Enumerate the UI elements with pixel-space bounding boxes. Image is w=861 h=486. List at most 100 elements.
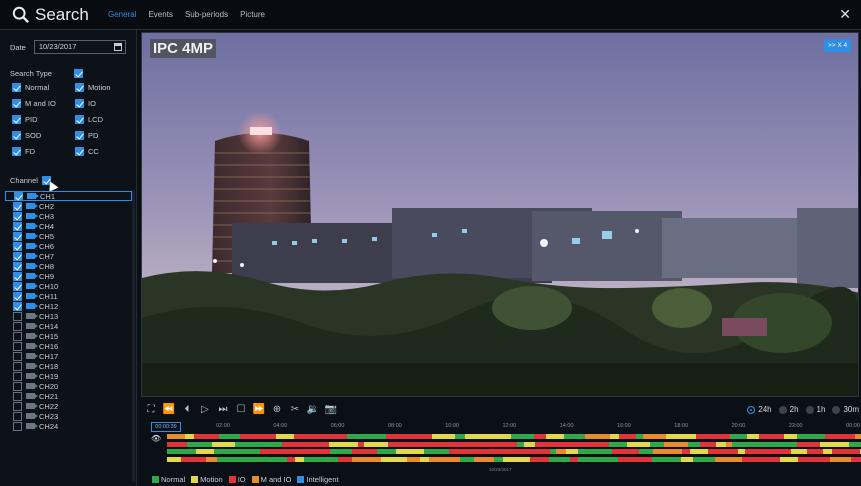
recording-track[interactable] xyxy=(167,456,861,462)
channel-checkbox[interactable] xyxy=(13,371,22,381)
fast-forward-icon[interactable]: ⏩ xyxy=(253,403,265,415)
channel-item[interactable]: CH17 xyxy=(5,351,132,361)
zoom-24h-option[interactable]: 24h xyxy=(747,405,772,414)
tab-picture[interactable]: Picture xyxy=(240,10,265,19)
radio-button[interactable] xyxy=(805,405,814,414)
radio-button[interactable] xyxy=(747,405,756,414)
channel-item[interactable]: CH23 xyxy=(5,411,132,421)
search-type-m-and-io[interactable]: M and IO xyxy=(12,99,75,108)
channel-item[interactable]: CH6 xyxy=(5,241,132,251)
step-forward-icon[interactable]: ⏭ xyxy=(217,403,229,415)
channel-checkbox[interactable] xyxy=(13,301,22,311)
zoom-30m-option[interactable]: 30m xyxy=(832,405,859,414)
channel-item[interactable]: CH1 xyxy=(5,191,132,201)
channel-checkbox[interactable] xyxy=(13,331,22,341)
channel-item[interactable]: CH5 xyxy=(5,231,132,241)
channel-item[interactable]: CH3 xyxy=(5,211,132,221)
search-type-pd[interactable]: PD xyxy=(75,131,132,140)
channel-item[interactable]: CH9 xyxy=(5,271,132,281)
channel-item[interactable]: CH16 xyxy=(5,341,132,351)
channel-checkbox[interactable] xyxy=(14,191,23,201)
channel-checkbox[interactable] xyxy=(13,341,22,351)
close-icon[interactable]: ✕ xyxy=(839,6,851,23)
search-type-lcd[interactable]: LCD xyxy=(75,115,132,124)
search-type-fd[interactable]: FD xyxy=(12,147,75,156)
recording-track[interactable] xyxy=(167,449,861,454)
timeline[interactable]: 02:00 04:00 06:00 08:00 10:00 12:00 14:00 16:00… xyxy=(141,420,861,474)
channel-item[interactable]: CH14 xyxy=(5,321,132,331)
calendar-icon[interactable] xyxy=(113,43,122,51)
checkbox[interactable] xyxy=(75,147,84,156)
recording-track[interactable] xyxy=(167,441,861,447)
checkbox[interactable] xyxy=(12,99,21,108)
channel-item[interactable]: CH4 xyxy=(5,221,132,231)
channel-item[interactable]: CH12 xyxy=(5,301,132,311)
channel-item[interactable]: CH13 xyxy=(5,311,132,321)
checkbox[interactable] xyxy=(12,131,21,140)
channel-checkbox[interactable] xyxy=(13,361,22,371)
tab-sub-periods[interactable]: Sub-periods xyxy=(185,10,228,19)
rewind-icon[interactable]: ⏪ xyxy=(163,403,175,415)
checkbox[interactable] xyxy=(12,147,21,156)
channel-checkbox[interactable] xyxy=(13,251,22,261)
channel-checkbox[interactable] xyxy=(13,241,22,251)
channel-checkbox[interactable] xyxy=(13,221,22,231)
search-type-motion[interactable]: Motion xyxy=(75,83,132,92)
search-type-normal[interactable]: Normal xyxy=(12,83,75,92)
channel-item[interactable]: CH18 xyxy=(5,361,132,371)
channel-checkbox[interactable] xyxy=(13,381,22,391)
snapshot-icon[interactable]: 📷 xyxy=(325,403,337,415)
recording-bars[interactable] xyxy=(167,434,861,464)
channel-checkbox[interactable] xyxy=(13,231,22,241)
radio-button[interactable] xyxy=(832,405,841,414)
search-type-sod[interactable]: SOD xyxy=(12,131,75,140)
radio-button[interactable] xyxy=(778,405,787,414)
channel-checkbox[interactable] xyxy=(13,271,22,281)
channel-checkbox[interactable] xyxy=(13,421,22,431)
channel-item[interactable]: CH19 xyxy=(5,371,132,381)
channel-item[interactable]: CH7 xyxy=(5,251,132,261)
zoom-2h-option[interactable]: 2h xyxy=(778,405,799,414)
channel-checkbox[interactable] xyxy=(13,311,22,321)
checkbox[interactable] xyxy=(75,99,84,108)
channel-item[interactable]: CH22 xyxy=(5,401,132,411)
channel-checkbox[interactable] xyxy=(13,411,22,421)
zoom-1h-option[interactable]: 1h xyxy=(805,405,825,414)
channel-item[interactable]: CH8 xyxy=(5,261,132,271)
checkbox[interactable] xyxy=(75,115,84,124)
tab-general[interactable]: General xyxy=(108,10,136,19)
channel-checkbox[interactable] xyxy=(13,201,22,211)
channel-checkbox[interactable] xyxy=(13,401,22,411)
audio-icon[interactable]: 🔉 xyxy=(307,403,319,415)
eye-icon[interactable]: 👁 xyxy=(151,434,161,443)
search-type-io[interactable]: IO xyxy=(75,99,132,108)
channel-item[interactable]: CH2 xyxy=(5,201,132,211)
channel-item[interactable]: CH24 xyxy=(5,421,132,431)
channel-checkbox[interactable] xyxy=(13,391,22,401)
clip-icon[interactable]: ✂ xyxy=(289,403,301,415)
channel-item[interactable]: CH20 xyxy=(5,381,132,391)
search-type-all-checkbox[interactable] xyxy=(73,69,83,78)
step-back-icon[interactable]: ⏴ xyxy=(181,403,193,415)
recording-track[interactable] xyxy=(167,434,861,439)
channel-item[interactable]: CH11 xyxy=(5,291,132,301)
fullscreen-icon[interactable]: ⛶ xyxy=(145,403,157,415)
channel-checkbox[interactable] xyxy=(13,291,22,301)
channel-scrollbar[interactable] xyxy=(132,190,135,482)
checkbox[interactable] xyxy=(75,83,84,92)
playback-speed-button[interactable]: >> X 4 xyxy=(824,39,851,52)
video-player[interactable]: IPC 4MP >> X 4 xyxy=(141,32,859,397)
channel-checkbox[interactable] xyxy=(13,281,22,291)
checkbox[interactable] xyxy=(12,115,21,124)
channel-checkbox[interactable] xyxy=(13,351,22,361)
channel-item[interactable]: CH10 xyxy=(5,281,132,291)
tab-events[interactable]: Events xyxy=(148,10,172,19)
channel-checkbox[interactable] xyxy=(13,261,22,271)
zoom-in-icon[interactable]: ⊕ xyxy=(271,403,283,415)
checkbox[interactable] xyxy=(75,131,84,140)
checkbox[interactable] xyxy=(12,83,21,92)
play-icon[interactable]: ▷ xyxy=(199,403,211,415)
channel-item[interactable]: CH15 xyxy=(5,331,132,341)
date-field[interactable]: 10/23/2017 xyxy=(33,40,126,54)
search-type-cc[interactable]: CC xyxy=(75,147,132,156)
